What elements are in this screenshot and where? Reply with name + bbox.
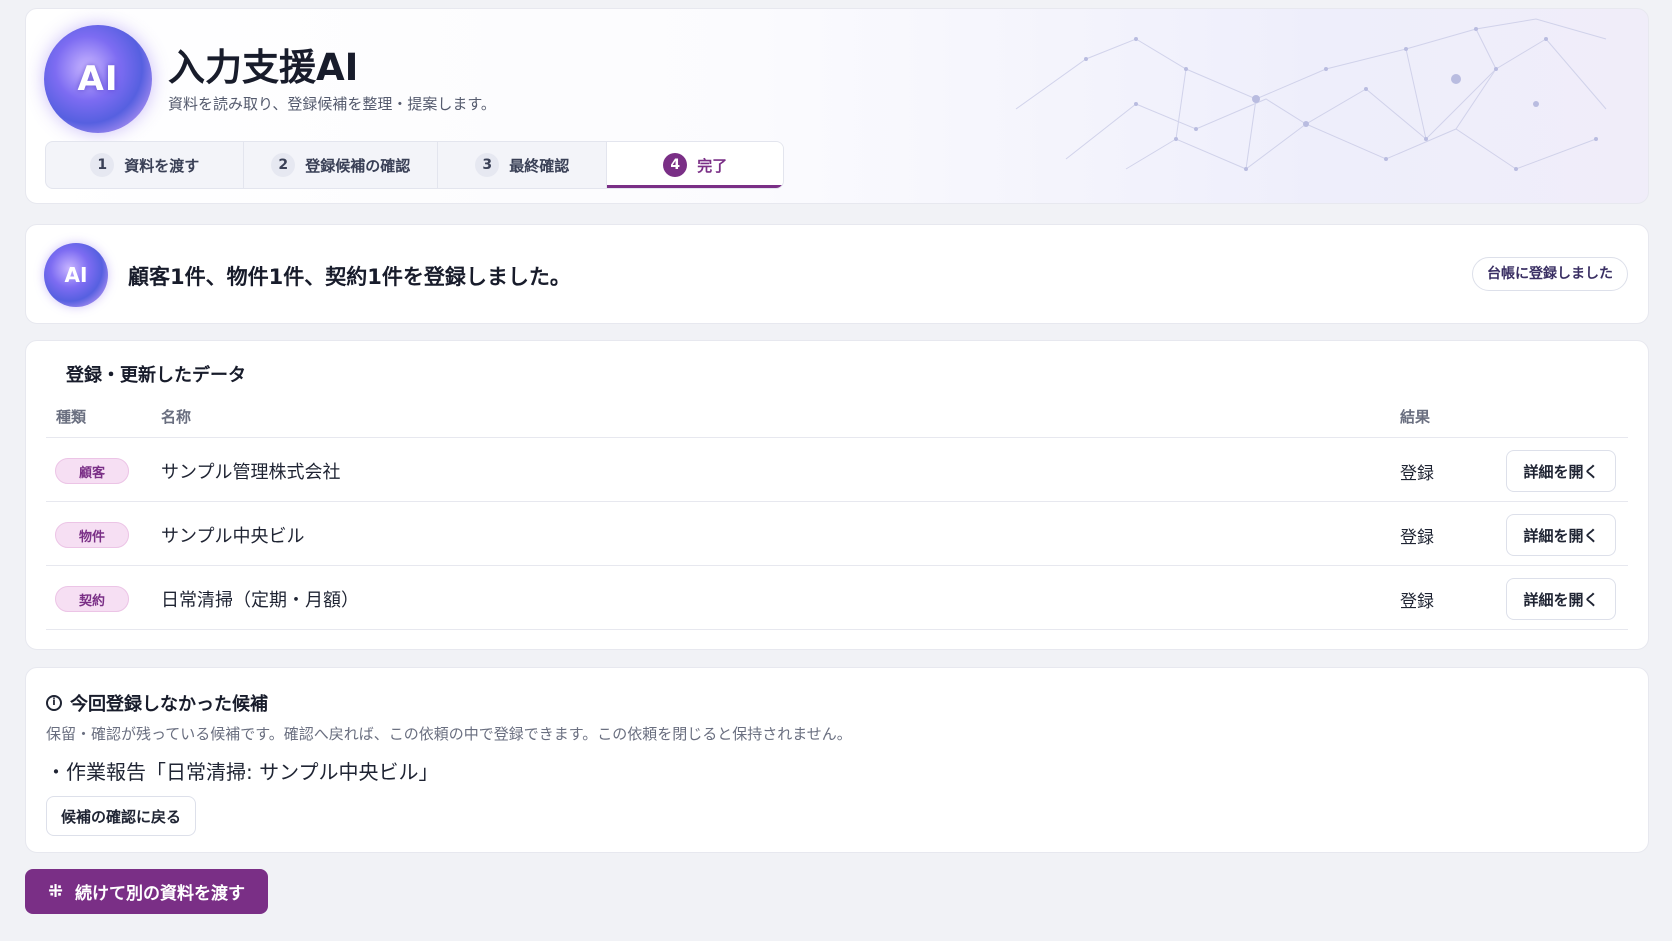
pending-heading: i 今回登録しなかった候補 bbox=[46, 690, 268, 716]
pending-item: ・作業報告「日常清掃: サンプル中央ビル」 bbox=[46, 760, 439, 784]
continue-upload-button[interactable]: ⁜ 続けて別の資料を渡す bbox=[25, 869, 268, 914]
page-title: 入力支援AI bbox=[168, 46, 359, 89]
step-1[interactable]: 1 資料を渡す bbox=[46, 142, 245, 188]
step-4[interactable]: 4 完了 bbox=[607, 142, 783, 188]
summary-message: 顧客1件、物件1件、契約1件を登録しました。 bbox=[128, 265, 571, 289]
page-subtitle: 資料を読み取り、登録候補を整理・提案します。 bbox=[168, 95, 496, 113]
ai-logo: AI bbox=[44, 25, 152, 133]
step-number: 2 bbox=[271, 153, 296, 177]
back-to-review-button[interactable]: 候補の確認に戻る bbox=[46, 796, 197, 836]
divider bbox=[46, 629, 1628, 630]
spark-icon: ⁜ bbox=[47, 880, 64, 902]
section-title: 登録・更新したデータ bbox=[66, 365, 246, 386]
pending-description: 保留・確認が残っている候補です。確認へ戻れば、この依頼の中で登録できます。この依… bbox=[46, 725, 852, 743]
step-number: 4 bbox=[663, 153, 688, 177]
data-card: 登録・更新したデータ 種類 名称 結果 顧客 サンプル管理株式会社 登録 詳細を… bbox=[25, 340, 1649, 650]
step-number: 1 bbox=[90, 153, 115, 177]
network-decoration bbox=[1015, 18, 1607, 171]
table-row: 物件 サンプル中央ビル 登録 詳細を開く bbox=[46, 502, 1628, 566]
pending-title: 今回登録しなかった候補 bbox=[70, 694, 268, 715]
header-card: AI 入力支援AI 資料を読み取り、登録候補を整理・提案します。 1 資料を渡す… bbox=[25, 8, 1649, 204]
table-row: 顧客 サンプル管理株式会社 登録 詳細を開く bbox=[46, 438, 1628, 502]
row-result: 登録 bbox=[1400, 464, 1434, 484]
row-name: 日常清掃（定期・月額） bbox=[161, 590, 359, 611]
step-label: 完了 bbox=[697, 156, 728, 175]
info-icon: i bbox=[46, 695, 62, 711]
open-detail-button[interactable]: 詳細を開く bbox=[1506, 450, 1616, 492]
step-label: 資料を渡す bbox=[124, 156, 200, 175]
open-detail-button[interactable]: 詳細を開く bbox=[1506, 514, 1616, 556]
row-name: サンプル中央ビル bbox=[161, 526, 305, 547]
column-header-kind: 種類 bbox=[56, 408, 87, 426]
column-header-result: 結果 bbox=[1400, 408, 1431, 426]
kind-tag: 顧客 bbox=[55, 458, 129, 484]
status-badge: 台帳に登録しました bbox=[1472, 257, 1628, 291]
row-name: サンプル管理株式会社 bbox=[161, 462, 341, 483]
step-2[interactable]: 2 登録候補の確認 bbox=[244, 142, 438, 188]
table-row: 契約 日常清掃（定期・月額） 登録 詳細を開く bbox=[46, 566, 1628, 630]
step-label: 最終確認 bbox=[509, 156, 570, 175]
pending-card: i 今回登録しなかった候補 保留・確認が残っている候補です。確認へ戻れば、この依… bbox=[25, 667, 1649, 853]
ai-avatar: AI bbox=[44, 243, 108, 307]
row-result: 登録 bbox=[1400, 528, 1434, 548]
step-number: 3 bbox=[475, 153, 500, 177]
row-result: 登録 bbox=[1400, 592, 1434, 612]
column-header-name: 名称 bbox=[161, 408, 192, 426]
continue-label: 続けて別の資料を渡す bbox=[75, 884, 246, 904]
step-label: 登録候補の確認 bbox=[305, 156, 411, 175]
kind-tag: 物件 bbox=[55, 522, 129, 548]
step-3[interactable]: 3 最終確認 bbox=[438, 142, 608, 188]
ai-avatar-text: AI bbox=[64, 263, 88, 287]
summary-card: AI 顧客1件、物件1件、契約1件を登録しました。 台帳に登録しました bbox=[25, 224, 1649, 324]
kind-tag: 契約 bbox=[55, 586, 129, 612]
open-detail-button[interactable]: 詳細を開く bbox=[1506, 578, 1616, 620]
stepper: 1 資料を渡す 2 登録候補の確認 3 最終確認 4 完了 bbox=[45, 141, 784, 189]
ai-logo-text: AI bbox=[77, 59, 119, 99]
